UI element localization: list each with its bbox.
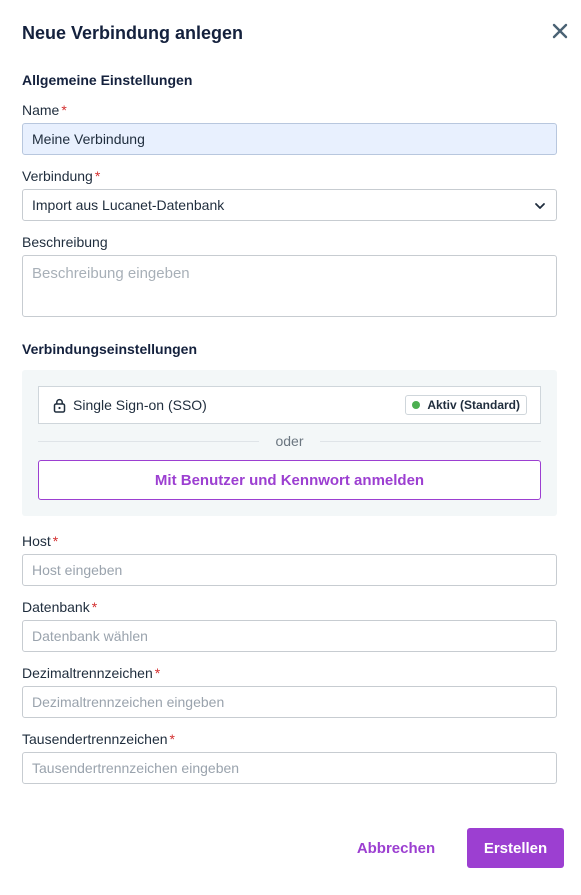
- auth-panel: Single Sign-on (SSO) Aktiv (Standard) od…: [22, 370, 557, 516]
- required-mark: *: [94, 168, 101, 184]
- new-connection-dialog: Neue Verbindung anlegen Allgemeine Einst…: [0, 0, 581, 895]
- login-with-credentials-button[interactable]: Mit Benutzer und Kennwort anmelden: [38, 460, 541, 500]
- required-mark: *: [91, 599, 98, 615]
- sso-option[interactable]: Single Sign-on (SSO) Aktiv (Standard): [38, 386, 541, 424]
- connection-select-value: Import aus Lucanet-Datenbank: [32, 197, 225, 213]
- status-badge: Aktiv (Standard): [405, 395, 527, 415]
- general-settings-heading: Allgemeine Einstellungen: [22, 72, 193, 88]
- or-divider: oder: [38, 432, 541, 450]
- create-button[interactable]: Erstellen: [467, 828, 564, 868]
- database-input[interactable]: [22, 620, 557, 652]
- dialog-title: Neue Verbindung anlegen: [22, 23, 244, 43]
- close-icon: [552, 23, 568, 44]
- name-label: Name *: [22, 102, 67, 118]
- decimal-separator-label: Dezimaltrennzeichen *: [22, 665, 161, 681]
- required-mark: *: [169, 731, 175, 747]
- required-mark: *: [61, 102, 67, 118]
- connection-select[interactable]: Import aus Lucanet-Datenbank: [22, 189, 557, 221]
- divider-text: oder: [275, 433, 304, 449]
- cancel-button[interactable]: Abbrechen: [345, 829, 447, 867]
- required-mark: *: [154, 665, 161, 681]
- connection-settings-heading: Verbindungseinstellungen: [22, 341, 198, 357]
- database-label: Datenbank *: [22, 599, 98, 615]
- divider-line: [38, 440, 260, 442]
- description-textarea[interactable]: [22, 255, 557, 317]
- required-mark: *: [52, 533, 59, 549]
- thousands-separator-label: Tausendertrennzeichen *: [22, 731, 175, 747]
- name-input[interactable]: [22, 123, 557, 155]
- decimal-separator-input[interactable]: [22, 686, 557, 718]
- lock-icon: [53, 398, 66, 413]
- close-button[interactable]: [549, 22, 571, 44]
- chevron-down-icon: [534, 199, 546, 215]
- connection-label: Verbindung *: [22, 168, 101, 184]
- status-dot-icon: [412, 401, 421, 409]
- description-label: Beschreibung: [22, 234, 108, 250]
- host-input[interactable]: [22, 554, 557, 586]
- host-label: Host *: [22, 533, 59, 549]
- thousands-separator-input[interactable]: [22, 752, 557, 784]
- status-badge-label: Aktiv (Standard): [427, 398, 520, 412]
- sso-label: Single Sign-on (SSO): [73, 397, 207, 413]
- divider-line: [319, 440, 541, 442]
